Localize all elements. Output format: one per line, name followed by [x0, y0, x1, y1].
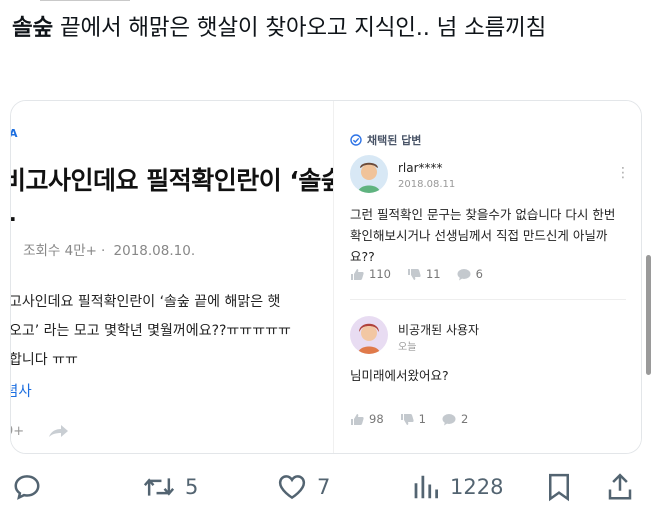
dislike-count: 11	[425, 267, 441, 281]
thumbs-down-icon	[407, 268, 421, 280]
like-count: 110	[369, 267, 391, 281]
more-icon: ⋮	[616, 165, 630, 181]
share-icon	[608, 473, 632, 500]
thumbs-down-icon	[400, 413, 414, 425]
comment-count: 2	[460, 412, 469, 426]
comment-count: 6	[475, 267, 483, 281]
scrollbar[interactable]	[646, 255, 651, 375]
tweet-action-bar: 5 7 1228	[0, 465, 658, 509]
answer-divider	[350, 299, 626, 300]
question-body-line: 합니다 ㅠㅠ	[11, 352, 78, 368]
avatar-image	[350, 155, 388, 193]
bookmark-icon	[549, 473, 569, 502]
views-count: 1228	[450, 475, 504, 499]
accepted-answer-label: 채택된 답변	[350, 132, 421, 148]
like-button[interactable]: 7	[277, 465, 330, 509]
question-panel: A 비고사인데요 필적확인란이 ‘솔숲 · l 조회수 4만+· 2018.08…	[11, 101, 333, 453]
reply-button[interactable]	[12, 465, 52, 509]
answer-username: rlar****	[398, 161, 443, 175]
dislike-count: 1	[418, 412, 426, 426]
answer-date: 오늘	[398, 342, 417, 353]
answer-item: 비공개된 사용자 오늘 님미래에서왔어요? 98 1 2	[350, 316, 630, 426]
tweet-text: 솔숲 끝에서 해맑은 햇살이 찾아오고 지식인.. 넘 소름끼침	[12, 10, 648, 47]
question-body-line: 오고’ 라는 모고 몇학년 몇월꺼에요??ㅠㅠㅠㅠㅠ	[11, 323, 291, 339]
views-icon	[414, 475, 438, 499]
avatar-image	[350, 316, 388, 354]
reply-icon	[14, 475, 40, 500]
bookmark-button[interactable]	[545, 465, 573, 509]
avatar	[350, 155, 388, 193]
question-tag: A	[11, 127, 18, 140]
share-arrow-icon	[49, 425, 68, 437]
comment-icon	[442, 413, 456, 425]
answer-text: 님미래에서왔어요?	[350, 368, 449, 383]
answer-date: 2018.08.11	[398, 179, 456, 190]
like-icon	[278, 475, 306, 500]
accepted-label-text: 채택된 답변	[367, 134, 422, 147]
comment-icon	[457, 268, 471, 280]
thumbs-up-icon	[351, 413, 364, 425]
question-date: 2018.08.10.	[113, 243, 196, 259]
avatar	[350, 316, 388, 354]
answer-item: rlar**** 2018.08.11 ⋮ 그런 필적확인 문구는 찾을수가 없…	[350, 155, 630, 285]
answer-text: 그런 필적확인 문구는 찾을수가 없습니다 다시 한번 확인해보시거나 선생님께…	[350, 207, 616, 264]
answer-panel: 채택된 답변 rlar**** 2018.08.11 ⋮ 그런 필적확인 문구는…	[333, 101, 641, 453]
question-body-line: 고사인데요 필적확인란이 ‘솔숲 끝에 해맑은 햇	[11, 294, 281, 310]
tweet-text-bold: 솔숲	[12, 15, 54, 41]
retweet-button[interactable]: 5	[143, 465, 198, 509]
retweet-count: 5	[185, 475, 199, 499]
media-image[interactable]: A 비고사인데요 필적확인란이 ‘솔숲 · l 조회수 4만+· 2018.08…	[10, 100, 642, 454]
answer-reactions: 110 11 6	[350, 267, 499, 281]
views-button[interactable]: 1228	[412, 465, 503, 509]
thumbs-up-icon	[351, 268, 364, 280]
check-circle-icon	[350, 134, 362, 146]
retweet-icon	[143, 478, 175, 496]
tweet-text-rest: 끝에서 해맑은 햇살이 찾아오고 지식인.. 넘 소름끼침	[53, 15, 547, 41]
question-count: 9+	[11, 424, 25, 439]
question-meta: l 조회수 4만+· 2018.08.10.	[23, 243, 196, 259]
like-count: 7	[317, 475, 331, 499]
question-link: 념사	[11, 384, 32, 400]
share-button[interactable]	[606, 465, 634, 509]
question-views: 조회수 4만+	[23, 243, 97, 259]
answer-reactions: 98 1 2	[350, 412, 484, 426]
thread-connector	[40, 0, 130, 5]
question-bullet: ·	[11, 207, 17, 231]
question-title: 비고사인데요 필적확인란이 ‘솔숲	[11, 166, 333, 195]
like-count: 98	[369, 412, 384, 426]
question-body: 고사인데요 필적확인란이 ‘솔숲 끝에 해맑은 햇 오고’ 라는 모고 몇학년 …	[11, 288, 333, 375]
answer-username: 비공개된 사용자	[398, 323, 480, 337]
